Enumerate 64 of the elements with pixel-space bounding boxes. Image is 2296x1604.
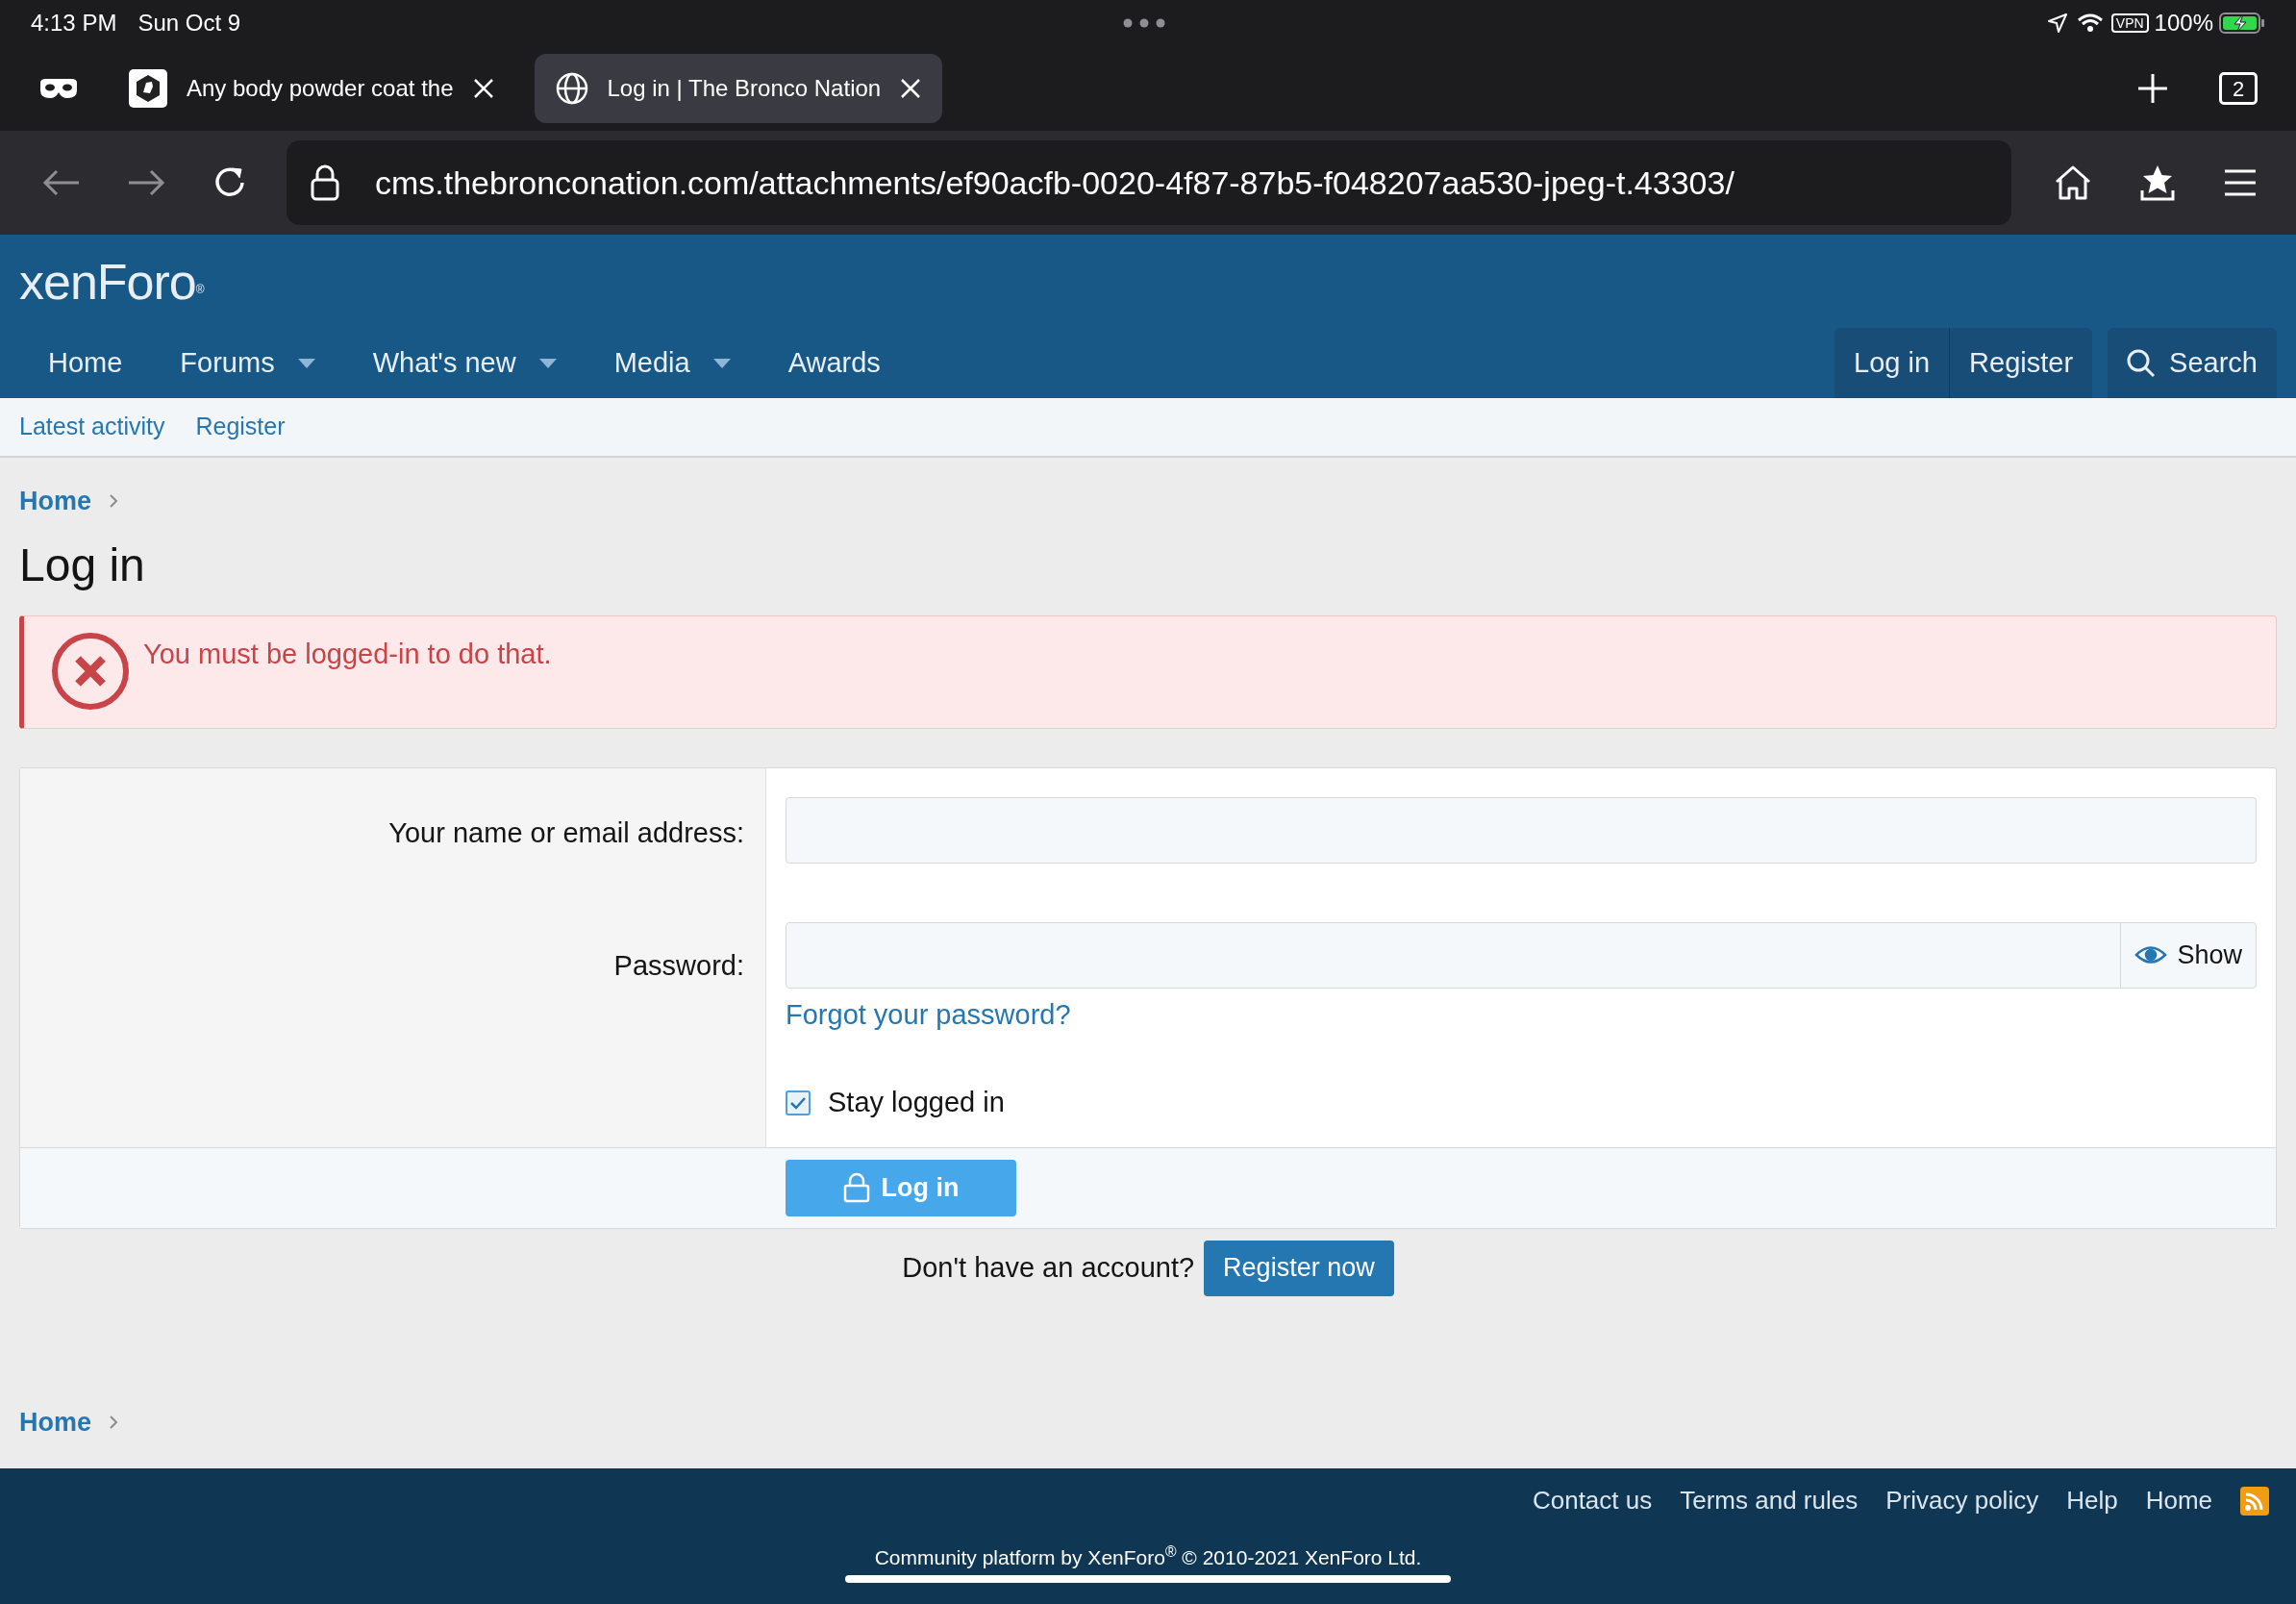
nav-tab[interactable]: Awards <box>759 328 910 398</box>
back-icon[interactable] <box>42 168 81 197</box>
close-icon[interactable] <box>900 78 922 99</box>
check-icon <box>789 1095 807 1110</box>
email-input-field[interactable] <box>786 796 2257 864</box>
footer-link[interactable]: Home <box>2145 1482 2212 1519</box>
error-x-icon <box>51 631 130 711</box>
browser-tab[interactable]: Log in | The Bronco Nation <box>534 54 943 123</box>
forgot-password-link[interactable]: Forgot your password? <box>786 993 1071 1036</box>
tab-title: Any body powder coat the <box>187 74 454 103</box>
register-prompt-text: Don't have an account? <box>902 1250 1195 1285</box>
battery-percent: 100% <box>2154 9 2213 38</box>
footer-link[interactable]: Terms and rules <box>1680 1482 1859 1519</box>
checkbox[interactable] <box>786 1090 811 1115</box>
lock-icon <box>842 1172 870 1203</box>
search-button[interactable]: Search <box>2108 328 2277 398</box>
private-mask-icon[interactable] <box>38 77 79 100</box>
breadcrumb-link[interactable]: Home <box>19 482 91 521</box>
forward-icon[interactable] <box>127 168 165 197</box>
page-title: Log in <box>18 538 146 592</box>
caret-icon[interactable] <box>297 358 315 368</box>
footer-link[interactable]: Privacy policy <box>1885 1482 2039 1519</box>
chevron-right-icon <box>109 1414 118 1430</box>
search-icon <box>2127 348 2157 378</box>
caret-icon[interactable] <box>712 358 731 368</box>
home-icon[interactable] <box>2054 163 2092 202</box>
location-icon <box>2047 13 2067 33</box>
subnav-link[interactable]: Latest activity <box>19 409 165 445</box>
stay-logged-in-checkbox[interactable]: Stay logged in <box>786 1082 1005 1124</box>
chevron-right-icon <box>109 493 118 510</box>
nav-tab[interactable]: Forums <box>151 328 344 398</box>
register-now-button[interactable]: Register now <box>1204 1240 1394 1296</box>
subnav-link[interactable]: Register <box>195 409 286 445</box>
address-bar[interactable]: cms.thebronconation.com/attachments/ef90acfb-0020-4f87-87b5-f048207aa530-jpeg-t.43303/ <box>287 140 2011 225</box>
url-text: cms.thebronconation.com/attachments/ef90acfb-0020-4f87-87b5-f048207aa530-jpeg-t.43303/ <box>375 163 1734 203</box>
account-link[interactable]: Log in <box>1834 328 1950 398</box>
nav-tab[interactable]: Home <box>19 328 152 398</box>
menu-icon[interactable] <box>2223 168 2258 197</box>
browser-tab[interactable]: Any body powder coat the <box>108 54 515 123</box>
lock-icon <box>310 163 340 202</box>
caret-icon[interactable] <box>538 358 557 368</box>
field-label: Password: <box>613 949 744 983</box>
error-text: You must be logged-in to do that. <box>143 637 552 671</box>
footer-link[interactable]: Help <box>2066 1482 2118 1519</box>
globe-icon <box>555 72 588 105</box>
close-icon[interactable] <box>472 78 494 99</box>
tab-count[interactable]: 2 <box>2219 72 2258 105</box>
more-icon[interactable] <box>1122 18 1165 28</box>
battery-charging-icon <box>2219 12 2265 35</box>
status-time: 4:13 PM <box>31 9 117 38</box>
bookmark-star-icon[interactable] <box>2138 163 2177 202</box>
plus-icon[interactable] <box>2136 72 2169 105</box>
nav-tab[interactable]: Media <box>585 328 760 398</box>
status-date: Sun Oct 9 <box>137 9 241 38</box>
footer-link[interactable]: Contact us <box>1532 1482 1653 1519</box>
breadcrumb-link[interactable]: Home <box>19 1402 91 1441</box>
copyright-text: Community platform by XenForo$^{®}$ © 2010-2021 XenForo Ltd. <box>874 1542 1422 1570</box>
site-badge-icon <box>129 69 167 108</box>
tab-title: Log in | The Bronco Nation <box>607 74 882 103</box>
wifi-icon <box>2076 13 2104 33</box>
nav-tab[interactable]: What's new <box>343 328 586 398</box>
vpn-badge: VPN <box>2110 13 2149 33</box>
field-label: Your name or email address: <box>388 815 744 850</box>
rss-icon[interactable] <box>2240 1486 2269 1516</box>
